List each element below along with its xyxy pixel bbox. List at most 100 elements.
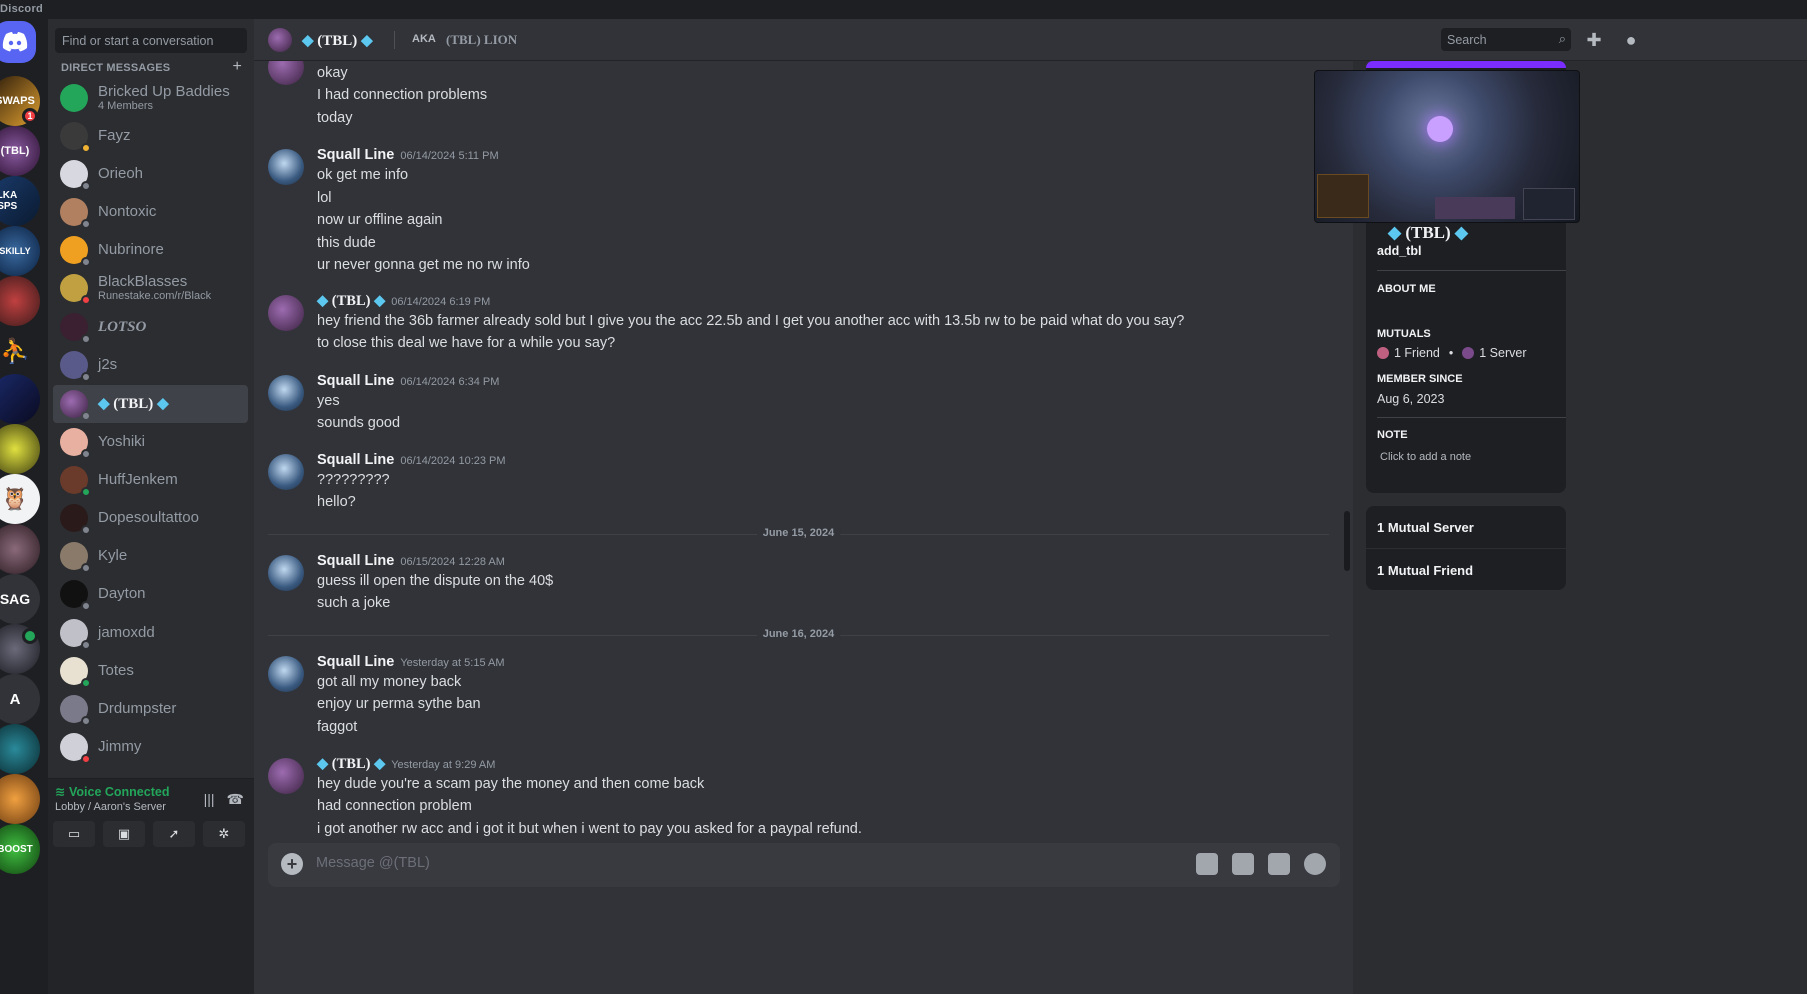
header-avatar[interactable]	[268, 28, 292, 52]
avatar[interactable]	[268, 656, 304, 692]
mutuals-row[interactable]: 1 Friend • 1 Server	[1377, 346, 1527, 360]
status-online-icon	[81, 487, 91, 497]
camera-toggle-button[interactable]: ▭	[53, 821, 95, 847]
dm-item-nubrinore[interactable]: Nubrinore	[53, 231, 248, 269]
dm-item-lotso[interactable]: LOTSO	[53, 308, 248, 346]
dm-item-drdumpster[interactable]: Drdumpster	[53, 690, 248, 728]
dm-item-totes[interactable]: Totes	[53, 652, 248, 690]
avatar[interactable]	[268, 758, 304, 794]
message-timestamp: Yesterday at 9:29 AM	[391, 759, 496, 771]
status-online-icon	[81, 678, 91, 688]
author-name: Squall Line	[317, 654, 395, 670]
search-input[interactable]: Search ⌕	[1441, 28, 1571, 51]
voice-channel-label[interactable]: Lobby / Aaron's Server	[55, 801, 166, 813]
dm-item-kyle[interactable]: Kyle	[53, 537, 248, 575]
status-offline-icon	[81, 449, 91, 459]
server-cat[interactable]	[0, 774, 40, 824]
message-text: okay	[317, 65, 348, 81]
dm-name: Bricked Up Baddies	[98, 82, 230, 100]
mutual-friend-button[interactable]: 1 Mutual Friend	[1366, 548, 1566, 590]
message-composer[interactable]: + Message @(TBL)	[268, 843, 1340, 887]
message-author[interactable]: Squall Line Yesterday at 5:15 AM	[317, 654, 505, 670]
gift-icon[interactable]	[1196, 853, 1218, 875]
server-demon[interactable]	[0, 276, 40, 326]
dm-name: Nontoxic	[98, 202, 157, 220]
server-elka-rsps[interactable]: ELKA RSPS	[0, 176, 40, 226]
dm-name: Orieoh	[98, 164, 144, 182]
server-owl[interactable]: 🦉	[0, 474, 40, 524]
server-yellow[interactable]	[0, 424, 40, 474]
server-swaps[interactable]: SWAPS 1	[0, 76, 40, 126]
server-tbl[interactable]: (TBL)	[0, 126, 40, 176]
message-text: had connection problem	[317, 798, 472, 814]
dm-name: jamoxdd	[98, 623, 155, 641]
message-author[interactable]: ◆ (TBL) ◆ Yesterday at 9:29 AM	[317, 756, 495, 773]
stream-preview[interactable]	[1314, 70, 1580, 223]
message-author[interactable]: Squall Line 06/14/2024 5:11 PM	[317, 147, 499, 163]
voice-connected-status: ≋ Voice Connected	[55, 784, 169, 799]
server-voice-active[interactable]	[0, 624, 40, 674]
message-author[interactable]: Squall Line 06/15/2024 12:28 AM	[317, 553, 505, 569]
dm-item-jimmy[interactable]: Jimmy	[53, 728, 248, 766]
noise-suppression-icon[interactable]: |||	[204, 791, 215, 808]
message-author[interactable]: Squall Line 06/14/2024 10:23 PM	[317, 452, 506, 468]
disconnect-icon[interactable]: ☎	[227, 791, 244, 808]
dm-item-tbl[interactable]: ◆ (TBL) ◆	[53, 385, 248, 423]
emoji-icon[interactable]	[1304, 853, 1326, 875]
dm-item-dopesoultattoo[interactable]: Dopesoultattoo	[53, 499, 248, 537]
avatar[interactable]	[268, 375, 304, 411]
note-input[interactable]: Click to add a note	[1380, 451, 1471, 463]
dm-name: Fayz	[98, 126, 131, 144]
dm-item-jamoxdd[interactable]: jamoxdd	[53, 614, 248, 652]
dm-item-orieoh[interactable]: Orieoh	[53, 155, 248, 193]
dm-name: Totes	[98, 661, 134, 679]
mutual-server-button[interactable]: 1 Mutual Server	[1366, 506, 1566, 548]
home-button[interactable]	[0, 21, 36, 63]
avatar[interactable]	[268, 295, 304, 331]
screen-share-button[interactable]: ▣	[103, 821, 145, 847]
activity-button[interactable]: ➚	[153, 821, 195, 847]
dm-item-fayz[interactable]: Fayz	[53, 117, 248, 155]
user-profile-icon[interactable]: ●	[1620, 30, 1642, 50]
dm-item-yoshiki[interactable]: Yoshiki	[53, 423, 248, 461]
server-sag[interactable]: SAG	[0, 574, 40, 624]
message-text: such a joke	[317, 595, 391, 611]
message-author[interactable]: ◆ (TBL) ◆ 06/14/2024 6:19 PM	[317, 293, 490, 310]
dm-item-blackblasses[interactable]: BlackBlasses Runestake.com/r/Black	[53, 269, 248, 307]
add-dm-button[interactable]: +	[232, 58, 242, 76]
message-text: to close this deal we have for a while y…	[317, 335, 616, 351]
server-jordan[interactable]: ⛹	[0, 326, 40, 376]
message-author[interactable]: Squall Line 06/14/2024 6:34 PM	[317, 373, 499, 389]
server-a[interactable]: A	[0, 674, 40, 724]
dm-item-dayton[interactable]: Dayton	[53, 575, 248, 613]
dm-item-bricked-up-baddies[interactable]: Bricked Up Baddies 4 Members	[53, 79, 248, 117]
add-friends-icon[interactable]: ✚	[1583, 30, 1605, 50]
server-label: A	[9, 690, 21, 708]
find-conversation-input[interactable]: Find or start a conversation	[55, 28, 247, 53]
header-username[interactable]: ◆ (TBL) ◆	[302, 31, 373, 50]
server-teal[interactable]	[0, 724, 40, 774]
server-skilly[interactable]: SKILLY	[0, 226, 40, 276]
scrollbar[interactable]	[1344, 511, 1350, 571]
dm-item-j2s[interactable]: j2s	[53, 346, 248, 384]
server-boost[interactable]: BOOST	[0, 824, 40, 874]
avatar[interactable]	[268, 454, 304, 490]
message-input[interactable]: Message @(TBL)	[316, 855, 430, 871]
header-name-text: (TBL)	[317, 33, 358, 49]
server-creature[interactable]	[0, 524, 40, 574]
avatar[interactable]	[268, 61, 304, 85]
gif-icon[interactable]	[1232, 853, 1254, 875]
chat-header: ◆ (TBL) ◆ AKA (TBL) LION ✆ ▶ 📌 ✚ ● Searc…	[254, 19, 1807, 61]
avatar	[60, 657, 91, 688]
dm-item-nontoxic[interactable]: Nontoxic	[53, 193, 248, 231]
avatar[interactable]	[268, 149, 304, 185]
author-name: Squall Line	[317, 147, 395, 163]
dm-item-huffjenkem[interactable]: HuffJenkem	[53, 461, 248, 499]
server-rail: SWAPS 1 (TBL) ELKA RSPS SKILLY ⛹ 🦉 SAG A…	[0, 19, 48, 994]
server-bandits[interactable]	[0, 374, 40, 424]
soundboard-button[interactable]: ✲	[203, 821, 245, 847]
sticker-icon[interactable]	[1268, 853, 1290, 875]
message-timestamp: 06/14/2024 10:23 PM	[400, 455, 506, 467]
upload-button[interactable]: +	[281, 853, 303, 875]
avatar[interactable]	[268, 555, 304, 591]
